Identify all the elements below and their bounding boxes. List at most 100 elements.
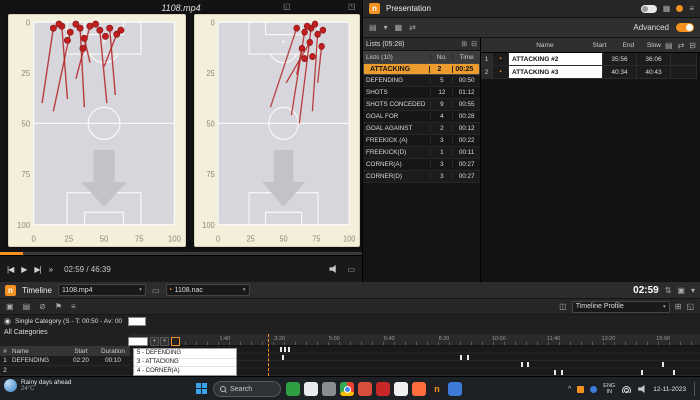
list-row[interactable]: GOAL AGAINST200:12 — [363, 123, 480, 135]
add-list-icon[interactable]: ⊞ — [461, 40, 467, 48]
timeline-event-mark[interactable] — [284, 347, 286, 352]
timeline-table-row[interactable]: 2 — [0, 366, 130, 376]
list-row[interactable]: DEFENDING500:50 — [363, 75, 480, 87]
category-input[interactable] — [128, 317, 146, 326]
nac-file-select[interactable]: ▪ 1108.nac ▾ — [166, 284, 250, 296]
list-row[interactable]: SHOTS CONCEDED900:55 — [363, 99, 480, 111]
highlight-filter-button[interactable] — [171, 337, 180, 346]
timeline-event-mark[interactable] — [554, 370, 556, 375]
columns-icon[interactable]: ◫ — [559, 302, 567, 311]
next-clip-icon[interactable]: ▶| — [34, 265, 40, 274]
erase-icon[interactable]: ⊘ — [39, 302, 46, 311]
show-desktop-button[interactable] — [694, 382, 696, 396]
playlist-row[interactable]: 2▪ATTACKING #340:3440:43 — [481, 66, 700, 79]
playlist-swap-icon[interactable]: ⇄ — [678, 41, 685, 50]
taskbar-app-icon[interactable] — [358, 382, 372, 396]
menu-icon[interactable]: ≡ — [71, 302, 76, 311]
tray-volume-icon[interactable] — [638, 385, 647, 393]
timeline-event-mark[interactable] — [641, 370, 643, 375]
timeline-event-mark[interactable] — [288, 347, 290, 352]
timeline-event-mark[interactable] — [527, 362, 529, 367]
tray-chevron-icon[interactable]: ^ — [568, 386, 571, 393]
timeline-profile-select[interactable]: Timeline Profile ▾ — [572, 301, 670, 313]
caret-down-icon[interactable]: ▾ — [384, 23, 388, 32]
list-row[interactable]: CORNER(D)300:27 — [363, 171, 480, 183]
export-icon[interactable]: ◱ — [686, 302, 694, 311]
windows-start-icon[interactable] — [196, 383, 208, 395]
search-button[interactable]: Search — [213, 381, 281, 397]
play-icon[interactable]: ▶ — [21, 265, 26, 274]
timeline-playhead[interactable] — [268, 334, 269, 376]
sort-icon[interactable]: ⇅ — [665, 286, 672, 295]
timeline-event-mark[interactable] — [662, 362, 664, 367]
popout-icon[interactable]: ◳ — [348, 2, 356, 11]
timeline-event-mark[interactable] — [467, 355, 469, 360]
category-combo[interactable] — [128, 337, 148, 346]
list-row[interactable]: FREEKICK (A)300:22 — [363, 135, 480, 147]
timeline-ruler[interactable]: 1:403:205:006:408:2010:0011:4013:2015:00 — [130, 334, 700, 346]
video-player[interactable]: 1108.mp4 ◱ ◳ 02550751000255075100 025507… — [0, 0, 362, 282]
category-dropdown: 5 - DEFENDING3 - ATTACKING4 - CORNER(A) — [133, 348, 237, 376]
timeline-table-row[interactable]: 1DEFENDING02:2000:10 — [0, 356, 130, 366]
single-category-radio[interactable] — [4, 318, 11, 325]
playlist-row[interactable]: 1▪ATTACKING #235:5636:06 — [481, 53, 700, 66]
taskbar-app-icon[interactable]: n — [430, 382, 444, 396]
swap-icon[interactable]: ⇄ — [409, 23, 416, 32]
monitor-icon[interactable]: ▭ — [152, 286, 160, 295]
list-row[interactable]: FREEKICK(D)100:11 — [363, 147, 480, 159]
tray-app-icon[interactable] — [590, 386, 597, 393]
record-icon[interactable] — [676, 5, 683, 12]
timeline-event-mark[interactable] — [561, 370, 563, 375]
share-icon[interactable]: ⊞ — [675, 302, 682, 311]
list-row[interactable]: SHOTS1201:12 — [363, 87, 480, 99]
timeline-event-mark[interactable] — [280, 347, 282, 352]
taskbar-apps: n — [286, 382, 462, 396]
list-row[interactable]: CORNER(A)300:27 — [363, 159, 480, 171]
taskbar-date[interactable]: 12-11-2023 — [653, 386, 686, 393]
collapse-icon[interactable]: ▾ — [691, 286, 695, 295]
taskbar-app-icon[interactable] — [394, 382, 408, 396]
taskbar-app-icon[interactable] — [340, 382, 354, 396]
expand-rows-icon[interactable]: ▾ — [150, 337, 159, 346]
collapse-rows-icon[interactable]: ▾ — [160, 337, 169, 346]
draw-icon[interactable]: ▤ — [23, 302, 31, 311]
weather-widget[interactable]: Rainy days ahead 24°C — [4, 379, 71, 392]
taskbar-app-icon[interactable] — [304, 382, 318, 396]
taskbar-app-icon[interactable] — [412, 382, 426, 396]
window-icon[interactable]: ▣ — [677, 286, 685, 295]
presentation-toggle[interactable] — [641, 5, 657, 13]
timeline-event-mark[interactable] — [673, 370, 675, 375]
taskbar-app-icon[interactable] — [448, 382, 462, 396]
previous-clip-icon[interactable]: |◀ — [7, 265, 13, 274]
delete-list-icon[interactable]: ⊟ — [471, 40, 477, 48]
save-icon[interactable]: ▤ — [369, 23, 377, 32]
menu-icon[interactable]: ≡ — [689, 4, 694, 13]
taskbar-app-icon[interactable] — [376, 382, 390, 396]
display-icon[interactable]: ▭ — [347, 265, 355, 274]
svg-text:100: 100 — [168, 235, 182, 244]
dropdown-item[interactable]: 5 - DEFENDING — [134, 349, 236, 358]
playlist-remove-icon[interactable]: ⊟ — [689, 41, 696, 50]
wifi-icon[interactable] — [621, 385, 632, 393]
advanced-toggle[interactable] — [676, 23, 694, 32]
video-file-select[interactable]: 1108.mp4 ▾ — [58, 284, 146, 296]
language-indicator[interactable]: ENG IN — [603, 383, 615, 396]
volume-icon[interactable] — [329, 265, 338, 273]
timeline-event-mark[interactable] — [282, 355, 284, 360]
list-row[interactable]: ATTACKING200:25 — [363, 63, 480, 75]
playlist-view-icon[interactable]: ▤ — [665, 41, 673, 50]
speed-icon[interactable]: » — [49, 265, 52, 274]
dropdown-item[interactable]: 3 - ATTACKING — [134, 358, 236, 367]
taskbar-app-icon[interactable] — [322, 382, 336, 396]
taskbar-app-icon[interactable] — [286, 382, 300, 396]
list-row[interactable]: GOAL FOR400:28 — [363, 111, 480, 123]
flag-icon[interactable]: ⚑ — [55, 302, 62, 311]
timeline-event-mark[interactable] — [460, 355, 462, 360]
fullscreen-icon[interactable]: ◱ — [283, 2, 291, 11]
grid-icon[interactable]: ▦ — [663, 4, 671, 13]
dropdown-item[interactable]: 4 - CORNER(A) — [134, 366, 236, 375]
layout-icon[interactable]: ▦ — [395, 23, 403, 32]
timeline-event-mark[interactable] — [521, 362, 523, 367]
tray-app-icon[interactable] — [577, 386, 584, 393]
capture-icon[interactable]: ▣ — [6, 302, 14, 311]
